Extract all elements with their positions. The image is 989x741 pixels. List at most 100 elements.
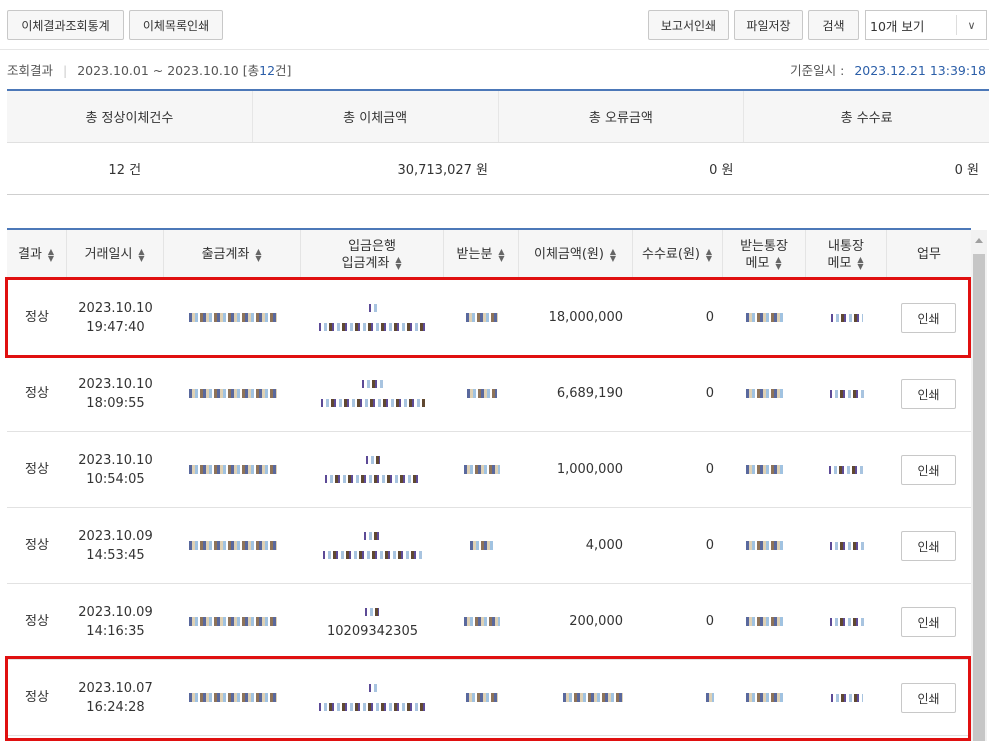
result-info: 조회결과 | 2023.10.01 ~ 2023.10.10 [총12건] — [7, 60, 291, 79]
toolbar-divider — [0, 49, 989, 50]
search-button[interactable]: 검색 — [808, 10, 859, 40]
page-size-select[interactable]: 10개 보기 ∨ — [865, 10, 987, 40]
redacted-bank — [365, 455, 380, 464]
row-memo-mine — [806, 356, 887, 431]
row-recipient — [444, 356, 519, 431]
col-fee-label: 수수료(원) — [642, 247, 700, 262]
row-recipient — [444, 508, 519, 583]
row-memo-recv — [723, 584, 806, 659]
col-recipient-label: 받는분 — [456, 247, 493, 262]
result-count-suffix: 건] — [275, 63, 292, 78]
redacted-memo — [745, 465, 784, 474]
summary-header-amount: 총 이체금액 — [253, 91, 499, 142]
redacted-bank — [363, 531, 382, 540]
col-recipient-header[interactable]: 받는분 ▲ ▼ — [444, 230, 519, 279]
table-row[interactable]: 정상 2023.10.10 10:54:05 1,000,000 0 인쇄 — [7, 432, 971, 508]
redacted-account — [322, 550, 423, 559]
col-out-account-header[interactable]: 출금계좌 ▲ ▼ — [164, 230, 301, 279]
row-time: 14:16:35 — [86, 623, 145, 639]
result-count-prefix: [총 — [242, 63, 260, 78]
row-print-button[interactable]: 인쇄 — [901, 531, 956, 561]
row-memo-recv — [723, 356, 806, 431]
row-in-account: 10209342305 — [301, 584, 444, 659]
highlight-box — [5, 656, 971, 741]
base-datetime-label: 기준일시 : — [790, 63, 845, 78]
redacted-account — [324, 474, 421, 483]
file-save-button[interactable]: 파일저장 — [734, 10, 803, 40]
redacted-account — [188, 541, 277, 550]
summary-amount-value: 30,713,027 원 — [397, 163, 488, 178]
sort-icon: ▲ ▼ — [395, 255, 402, 271]
row-result: 정상 — [25, 614, 49, 629]
redacted-account — [320, 398, 425, 407]
row-datetime: 2023.10.09 14:53:45 — [67, 508, 164, 583]
table-row[interactable]: 정상 2023.10.09 14:16:35 10209342305 200,00… — [7, 584, 971, 660]
redacted-name — [463, 465, 500, 474]
row-amount: 200,000 — [569, 614, 623, 629]
row-result: 정상 — [25, 386, 49, 401]
row-date: 2023.10.09 — [78, 528, 153, 544]
result-period: 2023.10.01 ~ 2023.10.10 — [77, 63, 239, 78]
row-fee: 0 — [705, 538, 714, 553]
col-datetime-header[interactable]: 거래일시 ▲ ▼ — [67, 230, 164, 279]
row-print-button[interactable]: 인쇄 — [901, 455, 956, 485]
row-print-button[interactable]: 인쇄 — [901, 607, 956, 637]
row-date: 2023.10.10 — [78, 452, 153, 468]
chevron-down-icon: ∨ — [956, 15, 986, 35]
col-amount-label: 이체금액(원) — [534, 247, 604, 262]
row-memo-recv — [723, 432, 806, 507]
row-amount: 1,000,000 — [556, 462, 623, 477]
row-memo-mine — [806, 432, 887, 507]
scroll-up-icon[interactable] — [975, 238, 983, 243]
grid-scrollbar[interactable] — [971, 230, 987, 741]
col-fee-header[interactable]: 수수료(원) ▲ ▼ — [633, 230, 723, 279]
table-row[interactable]: 정상 2023.10.10 18:09:55 6,689,190 0 인쇄 — [7, 356, 971, 432]
row-recipient — [444, 432, 519, 507]
sort-icon: ▲ ▼ — [255, 246, 262, 263]
col-memo-mine-label-2: 메모 — [827, 255, 852, 271]
sort-icon: ▲ ▼ — [705, 246, 713, 263]
summary-count-value: 12 건 — [108, 163, 142, 178]
sort-icon: ▲ ▼ — [609, 246, 617, 263]
row-datetime: 2023.10.10 10:54:05 — [67, 432, 164, 507]
redacted-bank — [365, 607, 380, 616]
summary-header-error: 총 오류금액 — [499, 91, 745, 142]
col-action-label: 업무 — [917, 247, 941, 262]
col-out-account-label: 출금계좌 — [201, 247, 250, 262]
row-memo-recv — [723, 508, 806, 583]
redacted-memo — [828, 465, 865, 474]
col-datetime-label: 거래일시 — [84, 247, 133, 262]
row-print-button[interactable]: 인쇄 — [901, 379, 956, 409]
summary-table: 총 정상이체건수 총 이체금액 총 오류금액 총 수수료 12 건 30,713… — [7, 89, 989, 195]
sort-icon: ▲ ▼ — [775, 255, 782, 271]
transfer-list-print-button[interactable]: 이체목록인쇄 — [129, 10, 223, 40]
col-memo-recv-label-2: 메모 — [745, 255, 770, 271]
result-label: 조회결과 — [7, 63, 54, 78]
col-memo-recv-header[interactable]: 받는통장 메모 ▲ ▼ — [723, 230, 806, 279]
table-row[interactable]: 정상 2023.10.09 14:53:45 4,000 0 인쇄 — [7, 508, 971, 584]
col-amount-header[interactable]: 이체금액(원) ▲ ▼ — [519, 230, 633, 279]
row-date: 2023.10.10 — [78, 376, 153, 392]
sort-icon: ▲ ▼ — [857, 255, 864, 271]
col-memo-recv-label: 받는통장 — [740, 238, 788, 254]
summary-header-count: 총 정상이체건수 — [7, 91, 253, 142]
row-memo-mine — [806, 508, 887, 583]
row-out-account — [164, 508, 301, 583]
row-recipient — [444, 584, 519, 659]
redacted-memo — [829, 617, 864, 626]
redacted-name — [463, 617, 500, 626]
page-size-value: 10개 보기 — [870, 18, 925, 34]
report-print-button[interactable]: 보고서인쇄 — [648, 10, 729, 40]
col-result-header[interactable]: 결과 ▲ ▼ — [7, 230, 67, 279]
row-result: 정상 — [25, 538, 49, 553]
transfer-stats-button[interactable]: 이체결과조회통계 — [7, 10, 124, 40]
transfer-results-grid: 결과 ▲ ▼ 거래일시 ▲ ▼ 출금계좌 ▲ ▼ 입금은행 입금계좌 ▲ ▼ 받는분 ▲ ▼ 이체금액… — [7, 228, 971, 736]
col-memo-mine-header[interactable]: 내통장 메모 ▲ ▼ — [806, 230, 887, 279]
sort-icon: ▲ ▼ — [138, 246, 145, 263]
col-in-bank-header[interactable]: 입금은행 입금계좌 ▲ ▼ — [301, 230, 444, 279]
row-amount: 6,689,190 — [556, 386, 623, 401]
scrollbar-thumb[interactable] — [973, 254, 985, 741]
col-in-bank-label: 입금은행 — [348, 238, 396, 254]
row-time: 14:53:45 — [86, 547, 145, 563]
redacted-memo — [745, 389, 784, 398]
